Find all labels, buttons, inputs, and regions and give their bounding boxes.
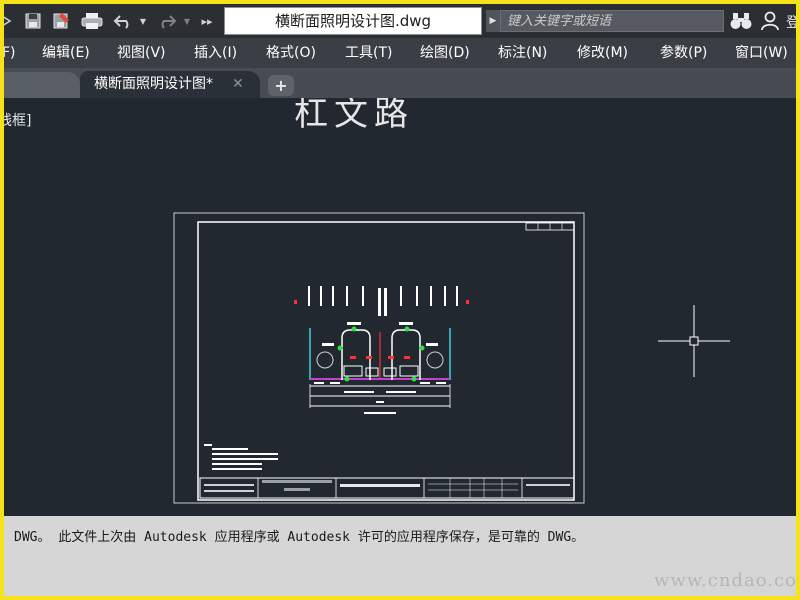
- close-icon[interactable]: ✕: [232, 71, 244, 98]
- save-icon[interactable]: [22, 10, 44, 32]
- window-title: 横断面照明设计图.dwg: [274, 12, 432, 30]
- menu-draw[interactable]: 绘图(D): [420, 38, 470, 68]
- search-input[interactable]: [500, 10, 724, 32]
- menu-format[interactable]: 格式(O): [266, 38, 316, 68]
- menu-insert[interactable]: 插入(I): [194, 38, 237, 68]
- app-window: ▼ ▼ ▸▸ 横断面照明设计图.dwg ▶ 登 F) 编辑(E) 视图(V) 插…: [4, 4, 796, 596]
- tab-drawing-label: 横断面照明设计图*: [94, 76, 213, 92]
- menu-parametric[interactable]: 参数(P): [660, 38, 707, 68]
- menu-dimension[interactable]: 标注(N): [498, 38, 547, 68]
- undo-icon[interactable]: [112, 10, 134, 32]
- undo-dropdown-icon[interactable]: ▼: [138, 10, 148, 32]
- search-expand-icon[interactable]: ▶: [486, 10, 500, 32]
- login-label[interactable]: 登: [786, 12, 796, 32]
- file-tab-bar: 横断面照明设计图* ✕ +: [4, 68, 796, 98]
- more-icon[interactable]: ▸▸: [200, 10, 214, 32]
- crosshair-icon: [658, 305, 730, 377]
- menu-view[interactable]: 视图(V): [117, 38, 166, 68]
- arrow-icon[interactable]: [4, 10, 14, 32]
- command-history-text: DWG。 此文件上次由 Autodesk 应用程序或 Autodesk 许可的应…: [14, 530, 585, 545]
- menu-file[interactable]: F): [4, 38, 16, 68]
- command-line[interactable]: DWG。 此文件上次由 Autodesk 应用程序或 Autodesk 许可的应…: [4, 516, 796, 596]
- menu-window[interactable]: 窗口(W): [735, 38, 788, 68]
- binoculars-icon[interactable]: [730, 10, 752, 32]
- menu-tools[interactable]: 工具(T): [345, 38, 392, 68]
- menu-modify[interactable]: 修改(M): [577, 38, 628, 68]
- tab-start[interactable]: [4, 72, 80, 98]
- menu-edit[interactable]: 编辑(E): [42, 38, 90, 68]
- tab-drawing[interactable]: 横断面照明设计图* ✕: [80, 71, 260, 98]
- saveas-icon[interactable]: [50, 10, 72, 32]
- redo-dropdown-icon[interactable]: ▼: [182, 10, 192, 32]
- menu-bar: F) 编辑(E) 视图(V) 插入(I) 格式(O) 工具(T) 绘图(D) 标…: [4, 38, 796, 68]
- title-bar: ▼ ▼ ▸▸ 横断面照明设计图.dwg ▶ 登: [4, 4, 796, 38]
- print-icon[interactable]: [80, 10, 104, 32]
- drawing-canvas[interactable]: 线框] 杠文路: [4, 98, 796, 516]
- redo-icon[interactable]: [156, 10, 178, 32]
- plus-icon[interactable]: +: [268, 75, 294, 96]
- watermark: www.cndao.com: [654, 570, 796, 591]
- title-box: 横断面照明设计图.dwg: [224, 7, 482, 35]
- user-icon[interactable]: [760, 10, 780, 32]
